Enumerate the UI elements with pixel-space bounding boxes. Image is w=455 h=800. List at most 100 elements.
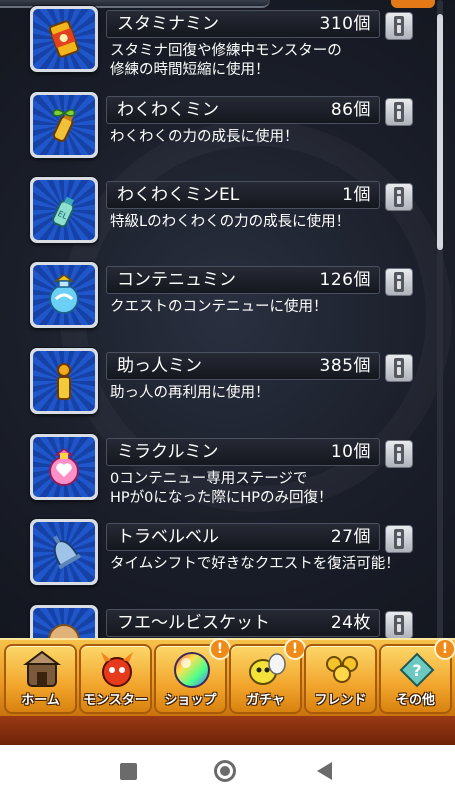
notification-badge: !: [284, 638, 306, 660]
item-name-bar: コンテニュミン 126個: [106, 266, 380, 294]
tab-3[interactable]: ショップ!: [154, 638, 231, 714]
item-icon-frame[interactable]: [30, 434, 98, 500]
item-name-bar: 助っ人ミン 385個: [106, 352, 380, 380]
item-name-bar: わくわくミン 86個: [106, 96, 380, 124]
item-name: わくわくミンEL: [117, 185, 240, 205]
tab-label: フレンド: [314, 693, 367, 708]
item-count: 1個: [342, 185, 371, 205]
item-name: 助っ人ミン: [117, 356, 202, 376]
item-icon-frame[interactable]: EL: [30, 177, 98, 243]
tab-label: ホーム: [21, 693, 60, 708]
friend-icon: [322, 650, 362, 690]
travel-bell-icon: [33, 522, 95, 582]
item-name: トラベルベル: [117, 527, 219, 547]
item-description: クエストのコンテニューに使用！: [110, 299, 328, 315]
item-description: 特級Lのわくわくの力の成長に使用！: [110, 214, 351, 230]
back-triangle-icon: [317, 762, 332, 780]
item-count: 86個: [330, 100, 371, 120]
info-icon: [394, 272, 404, 292]
square-icon: [120, 763, 137, 780]
item-count: 10個: [330, 442, 371, 462]
info-icon: [394, 444, 404, 464]
tab-label: ショップ: [164, 693, 217, 708]
info-button[interactable]: [385, 12, 413, 40]
info-icon: [394, 529, 404, 549]
scrollbar-thumb[interactable]: [437, 14, 443, 250]
info-button[interactable]: [385, 611, 413, 639]
item-name: ミラクルミン: [117, 442, 219, 462]
recent-apps-button[interactable]: [117, 760, 141, 784]
item-name-bar: わくわくミンEL 1個: [106, 181, 380, 209]
tab-1[interactable]: ホーム: [4, 644, 77, 714]
notification-badge: !: [434, 638, 455, 660]
tab-5[interactable]: フレンド: [304, 644, 377, 714]
item-row[interactable]: スタミナミン 310個スタミナ回復や修練中モンスターの 修練の時間短縮に使用！: [0, 2, 430, 82]
item-name-bar: スタミナミン 310個: [106, 10, 380, 38]
item-description: タイムシフトで好きなクエストを復活可能！: [110, 556, 400, 572]
item-row[interactable]: コンテニュミン 126個クエストのコンテニューに使用！: [0, 258, 430, 338]
stamina-can-icon: [33, 9, 95, 69]
continue-flask-icon: [33, 265, 95, 325]
gacha-icon: [247, 650, 287, 690]
item-row[interactable]: ミラクルミン 10個 0コンテニュー専用ステージで HPが0になった際にHPのみ回復…: [0, 430, 430, 510]
circle-icon: [214, 760, 236, 782]
tab-label: ガチャ: [246, 693, 285, 708]
bottom-strip: [0, 716, 455, 745]
item-row[interactable]: EL わくわくミンEL 1個特級Lのわくわくの力の成長に使用！: [0, 173, 430, 253]
item-icon-frame[interactable]: [30, 519, 98, 585]
item-row[interactable]: 助っ人ミン 385個助っ人の再利用に使用！: [0, 344, 430, 424]
item-count: 27個: [330, 527, 371, 547]
item-list: スタミナミン 310個スタミナ回復や修練中モンスターの 修練の時間短縮に使用！ わく…: [0, 0, 455, 640]
bottom-tab-bar: ホーム モンスター ショップ! ガチャ! フレンド? その他!: [0, 638, 455, 716]
tab-label: モンスター: [83, 693, 148, 708]
item-name-bar: トラベルベル 27個: [106, 523, 380, 551]
item-icon-frame[interactable]: [30, 6, 98, 72]
item-icon-frame[interactable]: [30, 348, 98, 414]
info-icon: [394, 16, 404, 36]
orb-icon: [172, 650, 212, 690]
item-count: 385個: [319, 356, 371, 376]
tab-4[interactable]: ガチャ!: [229, 638, 306, 714]
item-name: わくわくミン: [117, 100, 219, 120]
info-button[interactable]: [385, 98, 413, 126]
item-count: 310個: [319, 14, 371, 34]
svg-text:?: ?: [412, 661, 421, 680]
el-bottle-icon: EL: [33, 180, 95, 240]
item-description: スタミナ回復や修練中モンスターの 修練の時間短縮に使用！: [110, 43, 342, 78]
home-icon: [22, 650, 62, 690]
item-icon-frame[interactable]: [30, 262, 98, 328]
tab-2[interactable]: モンスター: [79, 644, 152, 714]
info-icon: [394, 187, 404, 207]
item-count: 24枚: [330, 613, 371, 633]
info-button[interactable]: [385, 440, 413, 468]
biscuit-icon: [33, 608, 95, 640]
item-count: 126個: [319, 270, 371, 290]
info-button[interactable]: [385, 183, 413, 211]
item-description: わくわくの力の成長に使用！: [110, 129, 299, 145]
tab-label: その他: [395, 693, 435, 708]
item-screen: スタミナミン 310個スタミナ回復や修練中モンスターの 修練の時間短縮に使用！ わく…: [0, 0, 455, 745]
item-icon-frame[interactable]: [30, 92, 98, 158]
info-icon: [394, 102, 404, 122]
item-name: スタミナミン: [117, 14, 219, 34]
item-row[interactable]: わくわくミン 86個わくわくの力の成長に使用！: [0, 88, 430, 168]
info-button[interactable]: [385, 268, 413, 296]
item-name-bar: フエ～ルビスケット 24枚: [106, 609, 380, 637]
item-name: コンテニュミン: [117, 270, 236, 290]
home-button[interactable]: [214, 760, 238, 784]
item-description: 0コンテニュー専用ステージで HPが0になった際にHPのみ回復！: [110, 471, 333, 506]
info-button[interactable]: [385, 525, 413, 553]
item-name: フエ～ルビスケット: [117, 613, 270, 633]
item-description: 助っ人の再利用に使用！: [110, 385, 270, 401]
item-row[interactable]: フエ～ルビスケット 24枚: [0, 601, 430, 640]
notification-badge: !: [209, 638, 231, 660]
monster-icon: [97, 650, 137, 690]
helper-bottle-icon: [33, 351, 95, 411]
info-button[interactable]: [385, 354, 413, 382]
tab-6[interactable]: ? その他!: [379, 638, 455, 714]
other-icon: ?: [397, 650, 437, 690]
back-button[interactable]: [317, 760, 341, 784]
system-nav-bar: [0, 745, 455, 800]
item-row[interactable]: トラベルベル 27個タイムシフトで好きなクエストを復活可能！: [0, 515, 430, 595]
item-icon-frame[interactable]: [30, 605, 98, 640]
